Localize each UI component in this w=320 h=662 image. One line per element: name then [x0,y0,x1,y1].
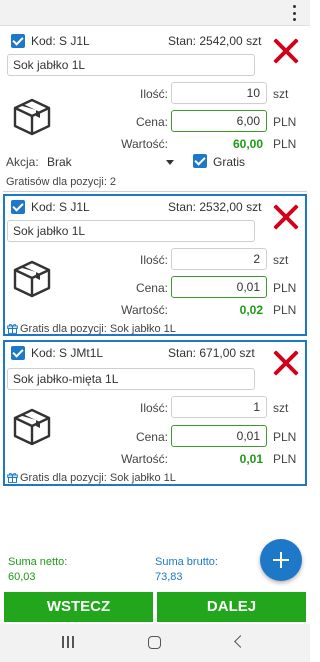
product-box-icon [13,98,51,136]
gratis-checkbox[interactable] [193,154,207,168]
quantity-label: Ilość: [139,401,168,415]
item-stock: Stan: 671,00 szt [168,346,255,360]
back-button[interactable]: WSTECZ [4,592,153,622]
home-icon[interactable] [148,636,161,649]
price-field[interactable]: 0,01 [171,425,267,447]
recent-apps-icon[interactable] [62,636,74,648]
item-name-field[interactable]: Sok jabłko 1L [7,54,255,76]
item-select-checkbox[interactable] [11,346,25,360]
value-label: Wartość: [121,137,168,151]
price-unit: PLN [273,430,297,444]
back-arrow-icon[interactable] [234,635,247,648]
price-label: Cena: [135,430,168,444]
value-label: Wartość: [121,303,168,317]
delete-item-icon[interactable] [273,38,299,64]
price-field[interactable]: 6,00 [171,110,267,132]
quantity-label: Ilość: [139,87,168,101]
gratis-count-note: Gratisów dla pozycji: 2 [6,176,117,188]
price-unit: PLN [273,281,297,295]
item-name-field[interactable]: Sok jabłko 1L [7,220,255,242]
item-select-checkbox[interactable] [11,34,25,48]
value-unit: PLN [273,137,297,151]
delete-item-icon[interactable] [273,350,299,376]
quantity-field[interactable]: 10 [171,82,267,104]
value-label: Wartość: [121,452,168,466]
quantity-unit: szt [273,401,289,415]
order-item-2: Kod: S J1L Stan: 2532,00 szt Sok jabłko … [3,194,307,336]
gift-icon [7,324,18,334]
order-item-3: Kod: S JMt1L Stan: 671,00 szt Sok jabłko… [3,340,307,486]
value-amount: 0,01 [239,452,263,466]
gratis-for-note: Gratis dla pozycji: Sok jabłko 1L [20,323,176,335]
price-label: Cena: [135,281,168,295]
product-box-icon [13,260,51,298]
action-label: Akcja: [6,155,39,169]
quantity-field[interactable]: 1 [171,396,267,418]
value-amount: 0,02 [239,303,263,317]
gratis-for-note: Gratis dla pozycji: Sok jabłko 1L [20,472,176,484]
top-app-bar [0,0,310,26]
product-box-icon [13,408,51,446]
item-stock: Stan: 2542,00 szt [168,34,262,48]
quantity-unit: szt [273,87,289,101]
value-unit: PLN [273,303,297,317]
gift-icon [7,473,18,483]
quantity-unit: szt [273,253,289,267]
more-vert-icon[interactable] [288,5,300,21]
price-label: Cena: [135,115,168,129]
system-nav-bar [0,624,310,662]
net-total-value: 60,03 [8,571,36,583]
item-code: Kod: S JMt1L [31,346,104,360]
quantity-label: Ilość: [139,253,168,267]
gratis-label: Gratis [213,155,246,169]
item-select-checkbox[interactable] [11,200,25,214]
item-code: Kod: S J1L [31,200,90,214]
order-item-1: Kod: S J1L Stan: 2542,00 szt Sok jabłko … [3,28,307,192]
price-field[interactable]: 0,01 [171,276,267,298]
value-unit: PLN [273,452,297,466]
add-item-button[interactable] [260,539,302,581]
gross-total-label: Suma brutto: [155,556,218,568]
quantity-field[interactable]: 2 [171,248,267,270]
value-amount: 60,00 [232,137,263,151]
delete-item-icon[interactable] [273,204,299,230]
price-unit: PLN [273,115,297,129]
action-dropdown[interactable]: Brak [47,155,72,169]
item-name-field[interactable]: Sok jabłko-mięta 1L [7,368,255,390]
item-code: Kod: S J1L [31,34,90,48]
gross-total-value: 73,83 [155,571,183,583]
chevron-down-icon[interactable] [166,160,174,165]
next-button[interactable]: DALEJ [157,592,306,622]
net-total-label: Suma netto: [8,556,68,568]
item-stock: Stan: 2532,00 szt [168,200,262,214]
